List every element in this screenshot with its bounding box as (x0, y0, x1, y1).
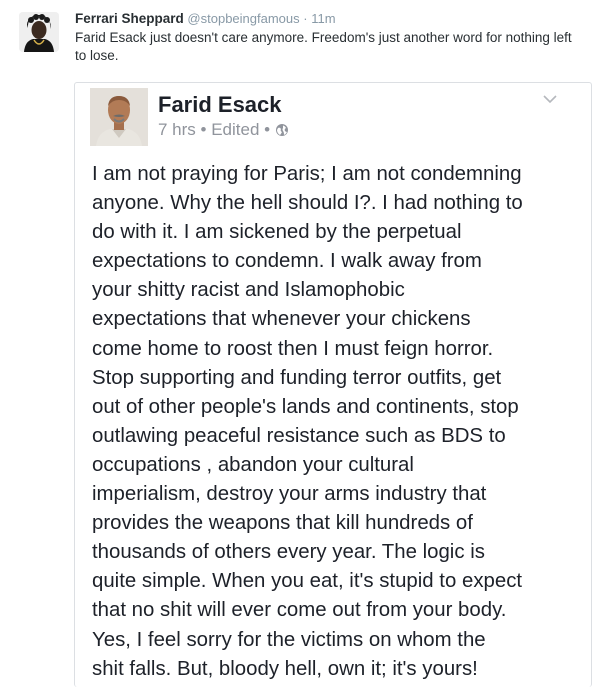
tweet-header: Ferrari Sheppard @stopbeingfamous · 11m (75, 11, 336, 26)
fb-post-time[interactable]: 7 hrs (158, 120, 196, 139)
tweet: Ferrari Sheppard @stopbeingfamous · 11m … (0, 0, 595, 687)
fb-author-profile-photo[interactable] (90, 88, 148, 146)
fb-author-name[interactable]: Farid Esack (158, 92, 282, 118)
chevron-down-icon[interactable] (542, 91, 558, 104)
tweet-author-avatar[interactable] (19, 12, 59, 52)
fb-meta-separator-2: • (264, 120, 271, 139)
tweet-text: Farid Esack just doesn't care anymore. F… (75, 30, 572, 63)
tweet-author-name[interactable]: Ferrari Sheppard (75, 11, 184, 26)
fb-post-meta: 7 hrs • Edited • (158, 120, 289, 142)
tweet-timestamp[interactable]: 11m (311, 11, 335, 26)
tweet-author-handle[interactable]: @stopbeingfamous (187, 11, 299, 26)
fb-post-text: I am not praying for Paris; I am not con… (92, 163, 523, 680)
fb-edited-label[interactable]: Edited (211, 120, 259, 139)
globe-icon[interactable] (275, 122, 289, 142)
tweet-separator: · (303, 11, 308, 26)
fb-meta-separator: • (200, 120, 207, 139)
